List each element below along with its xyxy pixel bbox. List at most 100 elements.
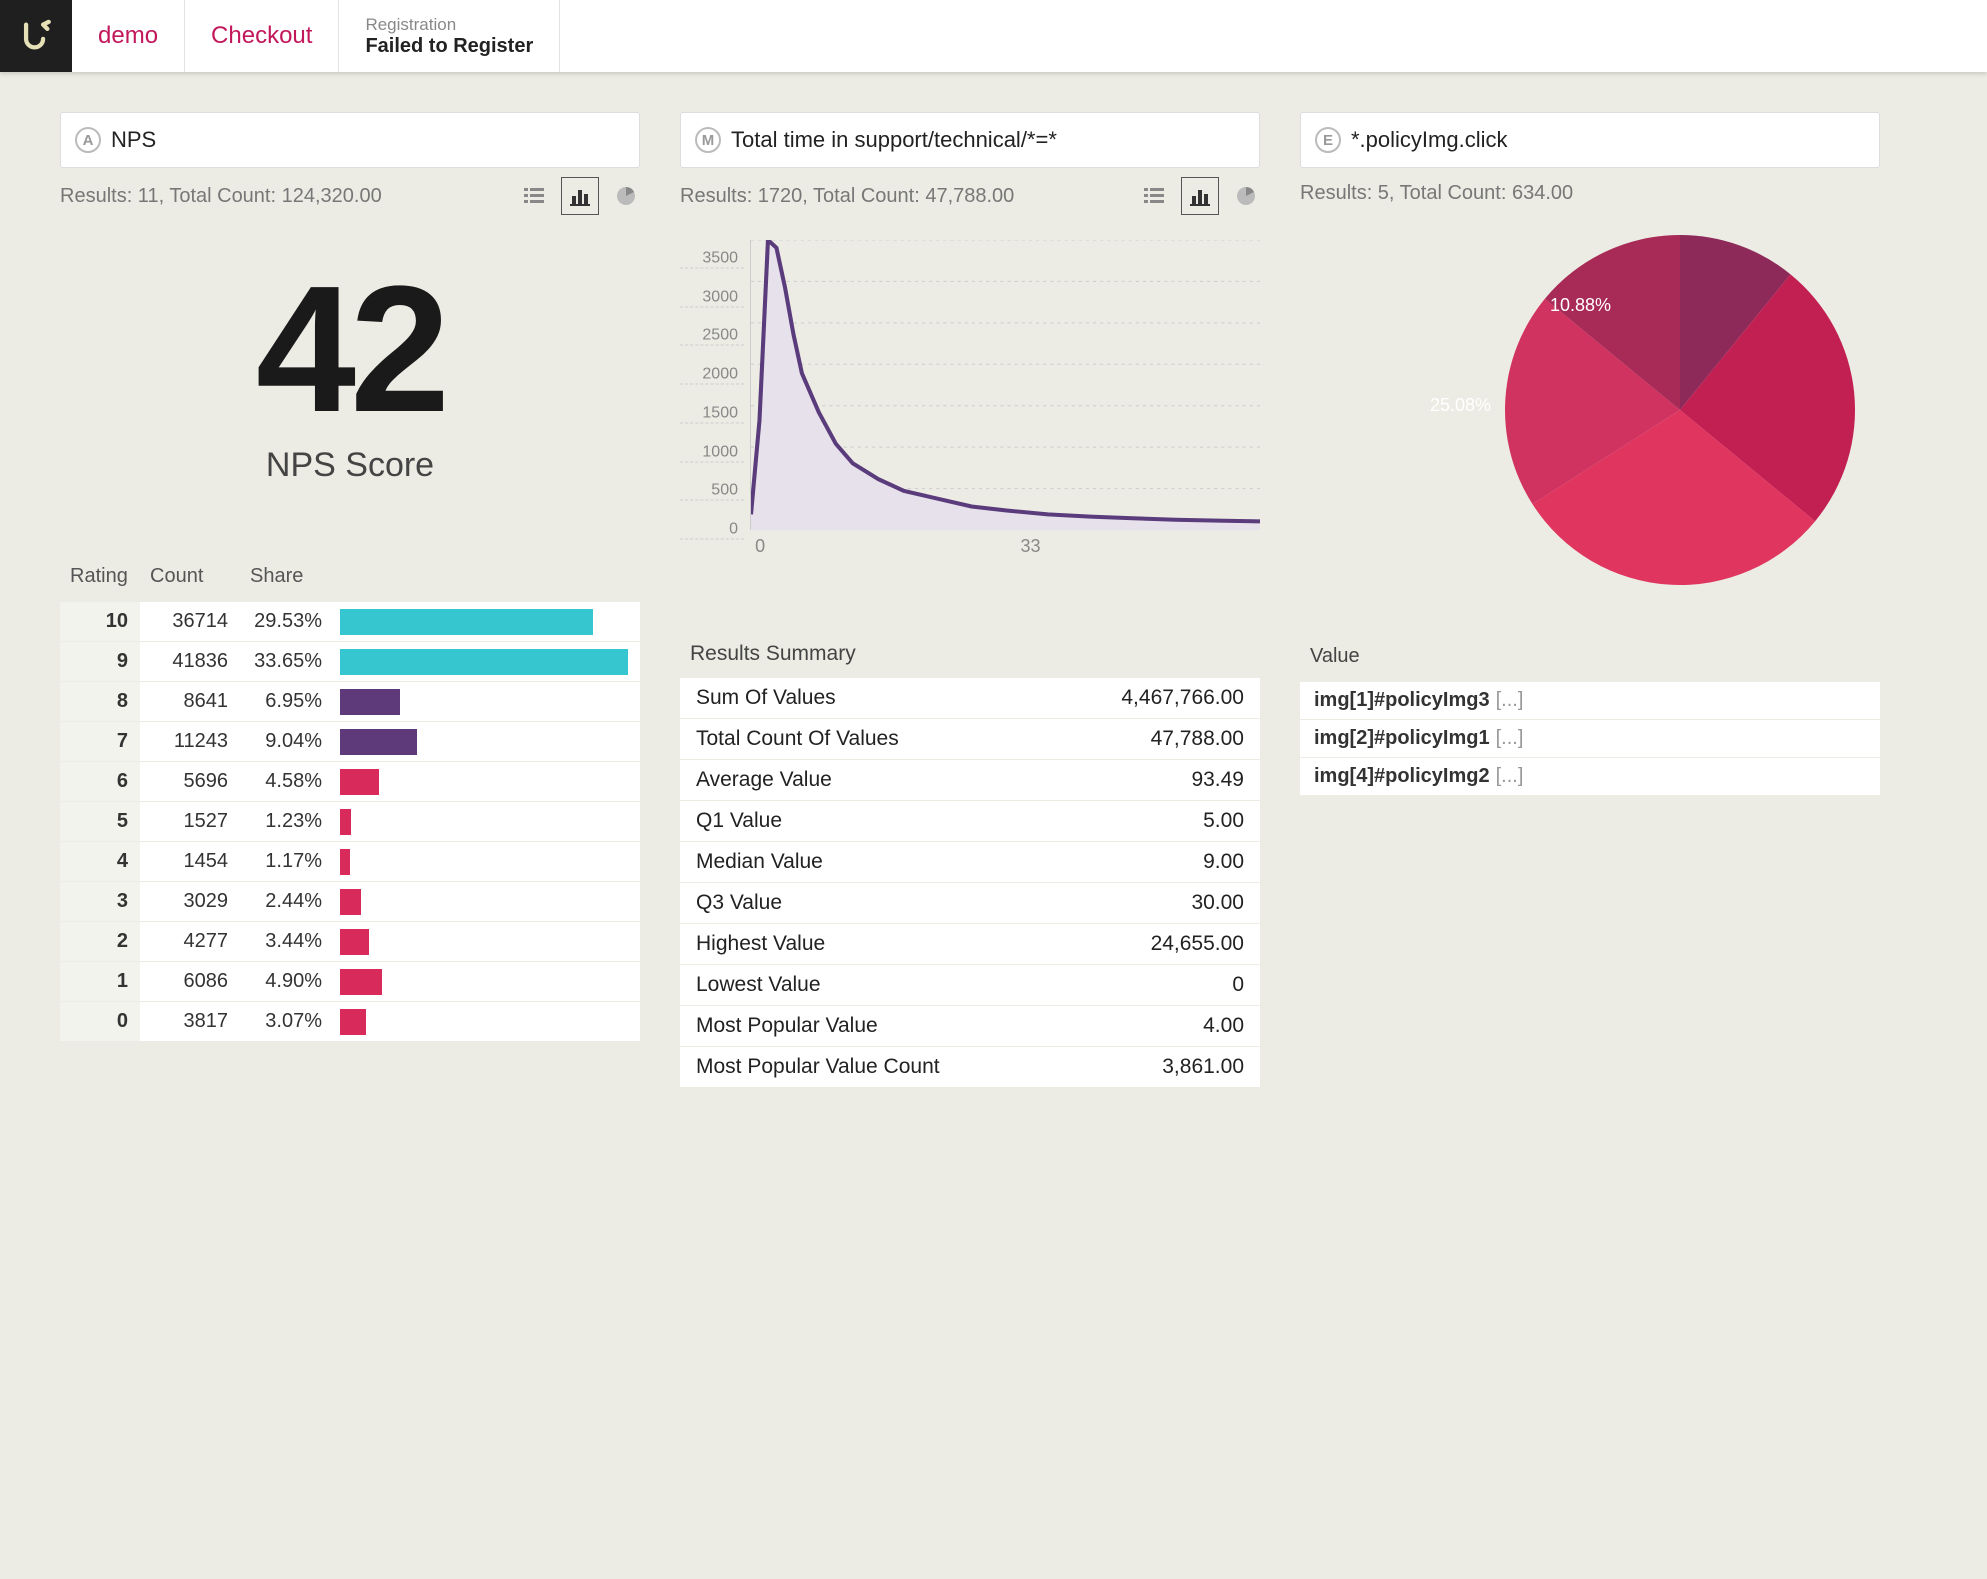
cell-share: 3.07% xyxy=(240,1010,340,1033)
crumb-demo[interactable]: demo xyxy=(72,0,185,72)
cell-count: 5696 xyxy=(140,770,240,793)
cell-count: 3817 xyxy=(140,1010,240,1033)
value-suffix: [...] xyxy=(1496,689,1524,712)
cell-share: 2.44% xyxy=(240,890,340,913)
summary-key: Median Value xyxy=(696,850,823,874)
pie-chart-icon[interactable] xyxy=(1232,182,1260,210)
summary-value: 93.49 xyxy=(1191,768,1244,792)
cell-count: 1527 xyxy=(140,810,240,833)
table-row[interactable]: 7112439.04% xyxy=(60,722,640,762)
crumb-label: Checkout xyxy=(211,22,312,50)
cell-rating: 1 xyxy=(60,962,140,1001)
table-row[interactable]: 414541.17% xyxy=(60,842,640,882)
table-row[interactable]: 886416.95% xyxy=(60,682,640,722)
breadcrumb: demo Checkout Registration Failed to Reg… xyxy=(0,0,1987,72)
summary-value: 4,467,766.00 xyxy=(1121,686,1244,710)
summary-value: 3,861.00 xyxy=(1162,1055,1244,1079)
cell-rating: 5 xyxy=(60,802,140,841)
y-axis-ticks: 3500300025002000150010005000 xyxy=(680,240,744,530)
y-tick: 3000 xyxy=(680,288,744,307)
list-view-icon[interactable] xyxy=(520,182,548,210)
summary-key: Most Popular Value xyxy=(696,1014,878,1038)
crumb-sub: Registration xyxy=(365,15,533,35)
crumb-registration[interactable]: Registration Failed to Register xyxy=(339,0,560,72)
pie-slice-label: 25.08% xyxy=(1430,395,1491,416)
cell-count: 8641 xyxy=(140,690,240,713)
query-text: *.policyImg.click xyxy=(1351,127,1507,153)
table-row[interactable]: 038173.07% xyxy=(60,1002,640,1042)
table-row[interactable]: 242773.44% xyxy=(60,922,640,962)
table-row[interactable]: 515271.23% xyxy=(60,802,640,842)
col-count: Count xyxy=(150,565,250,588)
cell-count: 41836 xyxy=(140,650,240,673)
query-text: Total time in support/technical/*=* xyxy=(731,127,1057,153)
cell-bar xyxy=(340,842,640,881)
summary-value: 24,655.00 xyxy=(1151,932,1244,956)
cell-rating: 2 xyxy=(60,922,140,961)
y-tick: 500 xyxy=(680,482,744,501)
value-name: img[2]#policyImg1 xyxy=(1314,727,1490,750)
query-input-policy[interactable]: E *.policyImg.click xyxy=(1300,112,1880,168)
summary-title: Results Summary xyxy=(680,630,1260,678)
results-count: Results: 11, Total Count: 124,320.00 xyxy=(60,185,382,208)
cell-share: 33.65% xyxy=(240,650,340,673)
bar-chart-icon[interactable] xyxy=(566,182,594,210)
x-tick: 33 xyxy=(1020,536,1040,557)
table-row[interactable]: 94183633.65% xyxy=(60,642,640,682)
pie-chart-icon[interactable] xyxy=(612,182,640,210)
query-badge: E xyxy=(1315,127,1341,153)
cell-bar xyxy=(340,762,640,801)
summary-value: 47,788.00 xyxy=(1151,727,1244,751)
list-item[interactable]: img[2]#policyImg1 [...] xyxy=(1300,720,1880,758)
y-tick: 2000 xyxy=(680,366,744,385)
col-share: Share xyxy=(250,565,350,588)
summary-key: Most Popular Value Count xyxy=(696,1055,940,1079)
cell-count: 3029 xyxy=(140,890,240,913)
summary-value: 0 xyxy=(1232,973,1244,997)
cell-count: 11243 xyxy=(140,730,240,753)
summary-row: Average Value93.49 xyxy=(680,760,1260,801)
results-count: Results: 1720, Total Count: 47,788.00 xyxy=(680,185,1014,208)
list-item[interactable]: img[4]#policyImg2 [...] xyxy=(1300,758,1880,796)
cell-rating: 7 xyxy=(60,722,140,761)
list-view-icon[interactable] xyxy=(1140,182,1168,210)
y-tick: 0 xyxy=(680,520,744,539)
table-row[interactable]: 160864.90% xyxy=(60,962,640,1002)
table-row[interactable]: 330292.44% xyxy=(60,882,640,922)
meta-row: Results: 5, Total Count: 634.00 xyxy=(1300,182,1880,205)
app-logo[interactable] xyxy=(0,0,72,72)
cell-bar xyxy=(340,802,640,841)
query-input-nps[interactable]: A NPS xyxy=(60,112,640,168)
y-tick: 1000 xyxy=(680,443,744,462)
value-header: Value xyxy=(1300,635,1880,682)
table-row[interactable]: 656964.58% xyxy=(60,762,640,802)
cell-count: 36714 xyxy=(140,610,240,633)
results-summary: Results Summary Sum Of Values4,467,766.0… xyxy=(680,630,1260,1088)
score-label: NPS Score xyxy=(60,446,640,485)
cell-bar xyxy=(340,882,640,921)
cell-bar xyxy=(340,682,640,721)
pie-slice-label: 10.88% xyxy=(1550,295,1611,316)
score-number: 42 xyxy=(60,260,640,440)
query-text: NPS xyxy=(111,127,156,153)
cell-share: 29.53% xyxy=(240,610,340,633)
meta-row: Results: 11, Total Count: 124,320.00 xyxy=(60,182,640,210)
summary-key: Lowest Value xyxy=(696,973,821,997)
value-suffix: [...] xyxy=(1496,727,1524,750)
value-suffix: [...] xyxy=(1496,765,1524,788)
cell-rating: 4 xyxy=(60,842,140,881)
cell-count: 6086 xyxy=(140,970,240,993)
query-input-time[interactable]: M Total time in support/technical/*=* xyxy=(680,112,1260,168)
rating-table: Rating Count Share 103671429.53%94183633… xyxy=(60,555,640,1042)
summary-key: Total Count Of Values xyxy=(696,727,899,751)
list-item[interactable]: img[1]#policyImg3[...] xyxy=(1300,682,1880,720)
crumb-label: demo xyxy=(98,22,158,50)
cell-rating: 6 xyxy=(60,762,140,801)
panel-time: M Total time in support/technical/*=* Re… xyxy=(680,112,1260,1088)
cell-bar xyxy=(340,922,640,961)
value-name: img[4]#policyImg2 xyxy=(1314,765,1490,788)
cell-bar xyxy=(340,642,640,681)
crumb-checkout[interactable]: Checkout xyxy=(185,0,339,72)
table-row[interactable]: 103671429.53% xyxy=(60,602,640,642)
bar-chart-icon[interactable] xyxy=(1186,182,1214,210)
